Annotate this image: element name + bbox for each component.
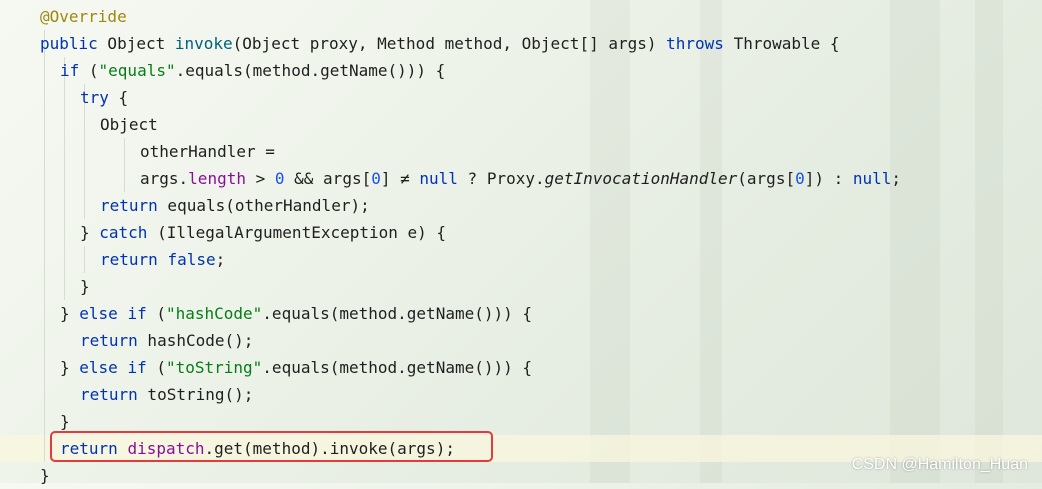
indent-guide xyxy=(124,138,125,192)
code-line-12: } else if ("hashCode".equals(method.getN… xyxy=(60,304,533,323)
code-line-15: return toString(); xyxy=(80,385,254,404)
code-line-18: } xyxy=(40,466,50,485)
code-line-8: return equals(otherHandler); xyxy=(100,196,370,215)
indent-guide xyxy=(84,246,85,273)
code-line-13: return hashCode(); xyxy=(80,331,254,350)
code-line-7: args.length > 0 && args[0] ≠ null ? Prox… xyxy=(140,169,902,188)
code-line-11: } xyxy=(80,277,90,296)
code-line-2: public Object invoke(Object proxy, Metho… xyxy=(40,34,840,53)
code-line-3: if ("equals".equals(method.getName())) { xyxy=(60,61,446,80)
indent-guide xyxy=(64,57,65,300)
code-line-6: otherHandler = xyxy=(140,142,275,161)
code-line-5: Object xyxy=(100,115,158,134)
highlight-box xyxy=(50,431,493,462)
code-line-1: @Override xyxy=(40,7,127,26)
indent-guide xyxy=(44,30,45,462)
code-line-10: return false; xyxy=(100,250,226,269)
code-line-14: } else if ("toString".equals(method.getN… xyxy=(60,358,533,377)
code-line-4: try { xyxy=(80,88,129,107)
code-line-9: } catch (IllegalArgumentException e) { xyxy=(80,223,447,242)
watermark: CSDN @Hamilton_Huan xyxy=(851,456,1028,473)
